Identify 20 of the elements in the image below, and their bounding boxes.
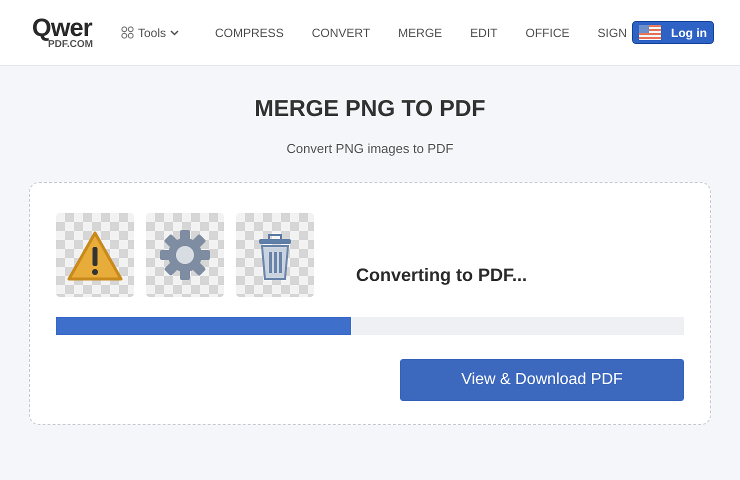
nav-link[interactable]: OFFICE — [526, 24, 570, 42]
file-thumbnail[interactable] — [56, 213, 134, 297]
status-text: Converting to PDF... — [356, 264, 527, 287]
nav-link[interactable]: EDIT — [470, 24, 498, 42]
login-button[interactable]: Log in — [632, 21, 714, 44]
tools-menu[interactable]: Tools — [121, 24, 180, 42]
page-subtitle: Convert PNG images to PDF — [286, 140, 454, 158]
flag-icon — [639, 25, 661, 40]
caret-icon — [170, 30, 180, 36]
nav-link[interactable]: SIGN — [598, 24, 627, 42]
file-thumbnail[interactable] — [236, 213, 314, 297]
grid-icon — [121, 26, 134, 39]
nav-link[interactable]: MERGE — [398, 24, 442, 42]
nav-link[interactable]: CONVERT — [312, 24, 370, 42]
download-button[interactable]: View & Download PDF — [400, 359, 684, 401]
file-thumbnail[interactable] — [146, 213, 224, 297]
logo[interactable]: Qwer PDF.COM — [32, 16, 93, 50]
page-title: MERGE PNG TO PDF — [254, 94, 486, 123]
gear-icon — [157, 227, 213, 283]
nav-link[interactable]: COMPRESS — [215, 24, 284, 42]
